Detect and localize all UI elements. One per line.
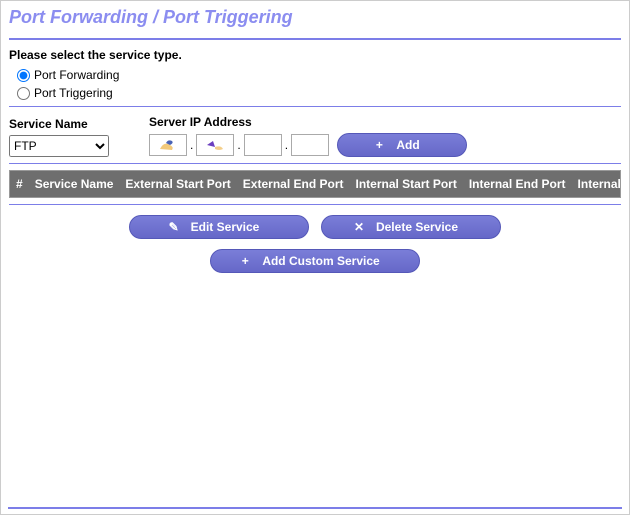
service-name-select[interactable]: FTP — [9, 135, 109, 157]
add-button-label: Add — [396, 138, 419, 152]
radio-port-forwarding-input[interactable] — [17, 69, 30, 82]
radio-port-triggering-input[interactable] — [17, 87, 30, 100]
pencil-icon: ✎ — [163, 220, 185, 234]
edit-service-button[interactable]: ✎ Edit Service — [129, 215, 309, 239]
delete-service-button[interactable]: ✕ Delete Service — [321, 215, 501, 239]
col-int-start: Internal Start Port — [355, 177, 456, 191]
col-service-name: Service Name — [35, 177, 114, 191]
col-ext-end: External End Port — [243, 177, 344, 191]
add-button[interactable]: + Add — [337, 133, 467, 157]
divider — [9, 38, 621, 40]
divider — [8, 507, 622, 509]
col-internal: Internal — [578, 177, 621, 191]
col-index: # — [16, 177, 23, 191]
ip-dot: . — [189, 138, 194, 152]
col-ext-start: External Start Port — [125, 177, 230, 191]
edit-service-label: Edit Service — [191, 220, 260, 234]
server-ip-label: Server IP Address — [149, 115, 467, 129]
radio-port-forwarding-label: Port Forwarding — [34, 68, 119, 82]
services-table-header: # Service Name External Start Port Exter… — [9, 170, 621, 198]
ip-octet-1[interactable] — [149, 134, 187, 156]
radio-port-forwarding[interactable]: Port Forwarding — [17, 68, 621, 82]
service-type-prompt: Please select the service type. — [9, 48, 621, 62]
ip-octet-4[interactable] — [291, 134, 329, 156]
ip-dot: . — [284, 138, 289, 152]
server-ip-group: . . . + Add — [149, 133, 467, 157]
service-name-label: Service Name — [9, 117, 109, 131]
ip-dot: . — [236, 138, 241, 152]
page-title: Port Forwarding / Port Triggering — [9, 7, 621, 28]
ip-octet-2[interactable] — [196, 134, 234, 156]
plus-icon: + — [368, 138, 390, 152]
radio-port-triggering-label: Port Triggering — [34, 86, 113, 100]
divider — [9, 106, 621, 107]
plus-icon: + — [234, 254, 256, 268]
add-custom-service-label: Add Custom Service — [262, 254, 379, 268]
ip-octet-3[interactable] — [244, 134, 282, 156]
col-int-end: Internal End Port — [469, 177, 566, 191]
divider — [9, 163, 621, 164]
divider — [9, 204, 621, 205]
delete-service-label: Delete Service — [376, 220, 458, 234]
radio-port-triggering[interactable]: Port Triggering — [17, 86, 621, 100]
add-custom-service-button[interactable]: + Add Custom Service — [210, 249, 420, 273]
close-icon: ✕ — [348, 220, 370, 234]
